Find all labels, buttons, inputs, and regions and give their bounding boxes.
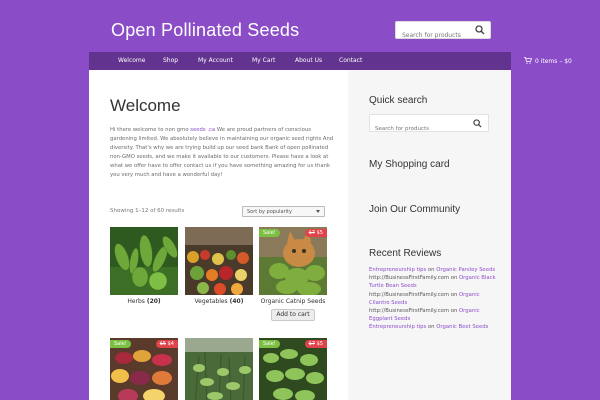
category-image-herbs[interactable] — [110, 227, 178, 295]
search-icon[interactable] — [475, 25, 485, 35]
review-product[interactable]: Organic Parsley Seeds — [436, 267, 495, 273]
review-item: http://BusinessFirstFamily.com on Organi… — [369, 291, 497, 307]
category-herbs-count: (20) — [146, 298, 161, 305]
recent-reviews-list: Entrepreneurship tips on Organic Parsley… — [369, 266, 497, 332]
sale-badge: Sale! — [259, 229, 280, 237]
nav-cart-summary[interactable]: 0 items – $0 — [524, 57, 572, 65]
nav-shop[interactable]: Shop — [163, 57, 178, 64]
quick-search-title: Quick search — [369, 95, 428, 106]
review-item: Entrepreneurship tips on Organic Parsley… — [369, 266, 497, 274]
review-on: on — [449, 291, 459, 298]
cart-total: 0 items – $0 — [535, 58, 572, 65]
search-icon[interactable] — [473, 119, 482, 128]
category-herbs-name: Herbs — [127, 298, 145, 305]
sort-select[interactable]: Sort by popularity — [242, 206, 325, 217]
price-badge: $7 $5 — [304, 229, 327, 237]
result-count: Showing 1–12 of 60 results — [110, 208, 185, 214]
intro-link[interactable]: seeds .ca — [190, 127, 215, 133]
review-on: on — [426, 324, 437, 331]
add-to-cart-button[interactable]: Add to cart — [271, 309, 315, 321]
shopping-card-title: My Shopping card — [369, 159, 450, 170]
main-content: Welcome Hi there welcome to non gmo seed… — [89, 70, 348, 400]
community-title: Join Our Community — [369, 204, 461, 215]
nav-my-cart[interactable]: My Cart — [252, 57, 275, 64]
category-vegetables-count: (40) — [229, 298, 244, 305]
sale-price: $5 — [316, 341, 323, 347]
product-image-row2-1[interactable]: Sale! $5 $4 — [110, 338, 178, 400]
page-title: Welcome — [110, 96, 181, 115]
product-title-catnip[interactable]: Organic Catnip Seeds — [259, 298, 327, 305]
cart-icon — [524, 57, 533, 64]
category-vegetables-name: Vegetables — [194, 298, 228, 305]
sidebar-search-input[interactable] — [370, 121, 470, 137]
price-badge: $5 $4 — [155, 340, 178, 348]
sale-price: $5 — [316, 230, 323, 236]
review-item: Entrepreneurship tips on Organic Beet Se… — [369, 323, 497, 331]
header-search[interactable] — [395, 21, 491, 44]
review-on: on — [449, 308, 459, 315]
price-badge: $7 $5 — [304, 340, 327, 348]
recent-reviews-title: Recent Reviews — [369, 248, 442, 259]
chevron-down-icon — [316, 210, 320, 213]
review-author[interactable]: Entrepreneurship tips — [369, 267, 426, 273]
review-author[interactable]: http://BusinessFirstFamily.com — [369, 275, 449, 281]
sale-price: $4 — [167, 341, 174, 347]
product-image-catnip[interactable]: Sale! $7 $5 — [259, 227, 327, 295]
site-title[interactable]: Open Pollinated Seeds — [111, 20, 299, 41]
sale-badge: Sale! — [110, 340, 131, 348]
old-price: $7 — [308, 341, 316, 347]
review-item: http://BusinessFirstFamily.com on Organi… — [369, 274, 497, 290]
sale-badge: Sale! — [259, 340, 280, 348]
sidebar: Quick search My Shopping card Join Our C… — [348, 70, 511, 400]
header-search-input[interactable] — [396, 27, 474, 44]
sidebar-search[interactable] — [369, 114, 489, 137]
nav-contact[interactable]: Contact — [339, 57, 362, 64]
review-on: on — [426, 267, 437, 273]
review-on: on — [449, 275, 459, 282]
intro-text: Hi there welcome to non gmo seeds .ca We… — [110, 126, 335, 180]
main-nav: Welcome Shop My Account My Cart About Us… — [89, 52, 572, 70]
nav-welcome[interactable]: Welcome — [118, 57, 145, 64]
review-product[interactable]: Organic Beet Seeds — [436, 324, 488, 330]
category-image-vegetables[interactable] — [185, 227, 253, 295]
category-vegetables[interactable]: Vegetables (40) — [185, 298, 253, 305]
review-author[interactable]: Entrepreneurship tips — [369, 324, 426, 330]
nav-about-us[interactable]: About Us — [295, 57, 322, 64]
intro-text-start: Hi there welcome to non gmo — [110, 127, 191, 133]
category-herbs[interactable]: Herbs (20) — [110, 298, 178, 305]
sort-selected: Sort by popularity — [247, 209, 292, 215]
intro-text-end: We are proud partners of conscious garde… — [110, 127, 334, 178]
product-image-row2-2[interactable] — [185, 338, 253, 400]
review-author[interactable]: http://BusinessFirstFamily.com — [369, 292, 449, 298]
product-image-row2-3[interactable]: Sale! $7 $5 — [259, 338, 327, 400]
review-author[interactable]: http://BusinessFirstFamily.com — [369, 308, 449, 314]
review-item: http://BusinessFirstFamily.com on Organi… — [369, 307, 497, 323]
old-price: $7 — [308, 230, 316, 236]
nav-my-account[interactable]: My Account — [198, 57, 233, 64]
old-price: $5 — [159, 341, 167, 347]
